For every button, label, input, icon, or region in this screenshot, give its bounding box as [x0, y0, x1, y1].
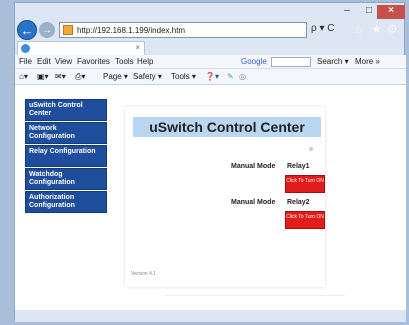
menu-bar: File Edit View Favorites Tools Help Goog… [15, 55, 406, 69]
page-favicon-icon [63, 25, 73, 35]
blog-icon[interactable]: ◎ [239, 72, 246, 81]
menu-tools[interactable]: Tools [115, 57, 134, 66]
version-label: Version 4.1 [131, 271, 157, 277]
back-button[interactable]: ← [17, 20, 37, 40]
menu-edit[interactable]: Edit [37, 57, 51, 66]
arrow-right-icon: → [42, 24, 52, 36]
minimize-icon: – [344, 5, 350, 16]
status-bar [15, 310, 406, 322]
ie-icon [21, 44, 30, 53]
help-icon[interactable]: ❓▾ [205, 72, 219, 81]
address-tools[interactable]: ρ ▾ C [311, 23, 335, 34]
browser-window: – □ × ← → http://192.168.1.199/index.htm… [14, 2, 406, 322]
address-row: ← → http://192.168.1.199/index.htm ρ ▾ C… [15, 19, 406, 41]
nav-control-center[interactable]: uSwitch Control Center [25, 99, 107, 121]
nav-authorization-configuration[interactable]: Authorization Configuration [25, 191, 107, 213]
address-text: http://192.168.1.199/index.htm [77, 25, 186, 35]
tab-close-icon[interactable]: × [135, 43, 140, 52]
maximize-icon: □ [365, 5, 373, 16]
more-button[interactable]: More » [355, 57, 380, 66]
divider [165, 295, 345, 296]
print-icon[interactable]: ⎙▾ [75, 72, 85, 82]
research-icon[interactable]: ✎ [227, 72, 234, 81]
feeds-icon[interactable]: ▣▾ [37, 72, 49, 81]
page-title: uSwitch Control Center [133, 117, 321, 137]
page-content: uSwitch Control Center Network Configura… [15, 85, 406, 310]
relay2-name: Relay2 [287, 199, 310, 206]
address-bar[interactable]: http://192.168.1.199/index.htm [59, 22, 307, 38]
search-input[interactable] [271, 57, 311, 67]
safety-menu[interactable]: Safety ▾ [133, 72, 162, 81]
nav-watchdog-configuration[interactable]: Watchdog Configuration [25, 168, 107, 190]
mail-icon[interactable]: ✉▾ [55, 72, 66, 81]
relay1-name: Relay1 [287, 163, 310, 170]
minimize-button[interactable]: – [337, 5, 357, 19]
favorites-star-icon[interactable]: ★ [371, 22, 382, 36]
arrow-left-icon: ← [20, 22, 34, 38]
window-frame: – □ × ← → http://192.168.1.199/index.htm… [0, 0, 409, 325]
status-dot [309, 147, 313, 151]
menu-help[interactable]: Help [137, 57, 153, 66]
menu-file[interactable]: File [19, 57, 32, 66]
home-icon[interactable]: ⌂ [355, 22, 362, 36]
maximize-button[interactable]: □ [359, 5, 379, 19]
relay1-toggle-button[interactable]: Click To Turn ON [285, 175, 325, 193]
close-icon: × [388, 5, 394, 16]
control-panel: uSwitch Control Center Manual Mode Relay… [125, 107, 325, 287]
tools-menu[interactable]: Tools ▾ [171, 72, 196, 81]
search-button[interactable]: Search ▾ [317, 57, 349, 66]
nav-relay-configuration[interactable]: Relay Configuration [25, 145, 107, 167]
nav-network-configuration[interactable]: Network Configuration [25, 122, 107, 144]
forward-button[interactable]: → [39, 22, 55, 38]
tab-row: × [15, 41, 406, 55]
relay2-toggle-button[interactable]: Click To Turn ON [285, 211, 325, 229]
gear-icon[interactable]: ⚙ [387, 22, 398, 36]
page-menu[interactable]: Page ▾ [103, 72, 128, 81]
command-bar: ⌂▾ ▣▾ ✉▾ ⎙▾ Page ▾ Safety ▾ Tools ▾ ❓▾ ✎… [15, 69, 406, 85]
side-navigation: uSwitch Control Center Network Configura… [25, 99, 107, 214]
menu-favorites[interactable]: Favorites [77, 57, 110, 66]
search-provider: Google [241, 57, 267, 66]
browser-tab[interactable]: × [17, 41, 145, 55]
relay1-mode: Manual Mode [231, 163, 276, 170]
menu-view[interactable]: View [55, 57, 72, 66]
close-button[interactable]: × [377, 5, 405, 19]
home-cmd-icon[interactable]: ⌂▾ [19, 72, 28, 81]
relay2-mode: Manual Mode [231, 199, 276, 206]
